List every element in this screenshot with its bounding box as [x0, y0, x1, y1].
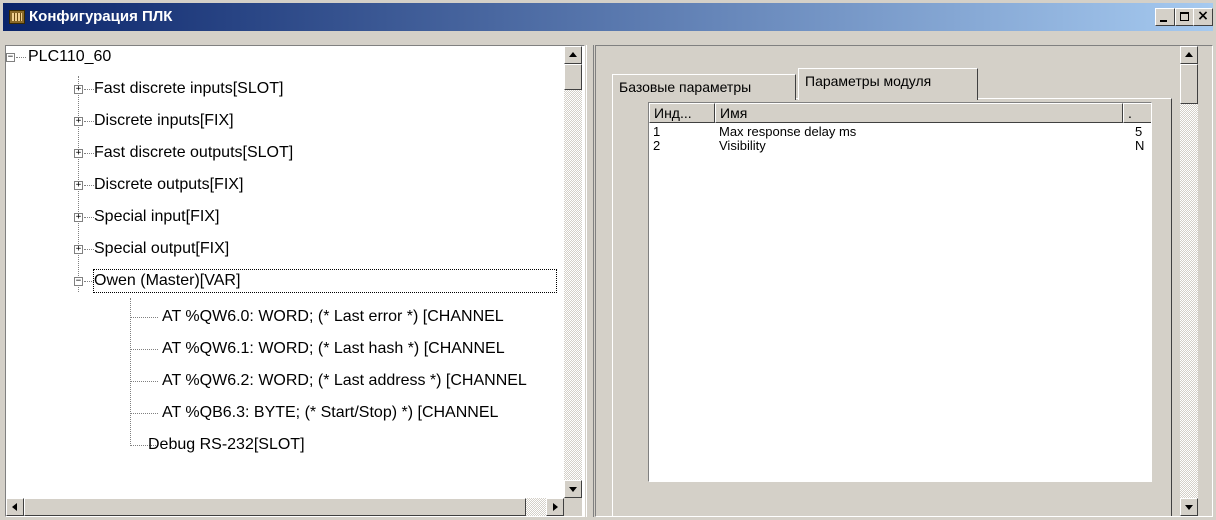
collapse-icon[interactable]: −: [6, 53, 15, 62]
tree-guide: [130, 349, 158, 350]
tab-base-parameters[interactable]: Базовые параметры: [612, 74, 796, 100]
scroll-up-icon[interactable]: [564, 46, 582, 64]
tree-item-fast-discrete-inputs[interactable]: Fast discrete inputs[SLOT]: [94, 78, 283, 100]
tree-item-channel[interactable]: AT %QW6.0: WORD; (* Last error *) [CHANN…: [162, 306, 504, 328]
tree-item-fast-discrete-outputs[interactable]: Fast discrete outputs[SLOT]: [94, 142, 293, 164]
scroll-corner: [564, 498, 582, 516]
tree-root-plc[interactable]: PLC110_60: [28, 46, 111, 68]
plc-config-window: Конфигурация ПЛК × − PLC110_60 + Fast di…: [0, 0, 1216, 520]
config-tree: − PLC110_60 + Fast discrete inputs[SLOT]…: [6, 46, 564, 482]
tree-vertical-scrollbar[interactable]: [564, 46, 582, 498]
config-tree-pane: − PLC110_60 + Fast discrete inputs[SLOT]…: [5, 45, 585, 517]
tree-item-owen-master[interactable]: Owen (Master)[VAR]: [93, 269, 557, 293]
column-header-value[interactable]: .: [1123, 103, 1151, 123]
settings-vertical-scrollbar[interactable]: [1180, 46, 1198, 516]
tab-module-parameters[interactable]: Параметры модуля: [798, 68, 978, 100]
maximize-button[interactable]: [1175, 8, 1195, 26]
minimize-button[interactable]: [1155, 8, 1175, 26]
tree-guide: [84, 185, 94, 186]
tree-item-channel[interactable]: AT %QW6.2: WORD; (* Last address *) [CHA…: [162, 370, 527, 392]
tree-scroll-thumb[interactable]: [564, 64, 582, 90]
expand-icon[interactable]: +: [74, 149, 83, 158]
expand-icon[interactable]: +: [74, 117, 83, 126]
parameters-list: Инд... Имя . 1 Max response delay ms 5 2…: [648, 102, 1152, 482]
tree-item-special-output[interactable]: Special output[FIX]: [94, 238, 229, 260]
tree-item-special-input[interactable]: Special input[FIX]: [94, 206, 219, 228]
expand-icon[interactable]: +: [74, 213, 83, 222]
plc-config-icon: [9, 10, 25, 24]
table-row-index[interactable]: 2: [653, 139, 711, 153]
scroll-left-icon[interactable]: [6, 498, 24, 516]
tree-guide: [84, 89, 94, 90]
collapse-icon[interactable]: −: [74, 277, 83, 286]
tree-guide: [16, 57, 26, 58]
close-button[interactable]: ×: [1193, 8, 1213, 26]
scroll-down-icon[interactable]: [1180, 498, 1198, 516]
tree-item-channel[interactable]: AT %QW6.1: WORD; (* Last hash *) [CHANNE…: [162, 338, 505, 360]
tree-guide: [84, 249, 94, 250]
expand-icon[interactable]: +: [74, 181, 83, 190]
expand-icon[interactable]: +: [74, 85, 83, 94]
tree-guide: [84, 153, 94, 154]
column-header-index[interactable]: Инд...: [649, 103, 715, 123]
column-header-name[interactable]: Имя: [715, 103, 1123, 123]
title-bar[interactable]: Конфигурация ПЛК ×: [3, 3, 1213, 31]
tree-guide: [84, 121, 94, 122]
table-row-value[interactable]: 5: [1135, 125, 1151, 139]
table-row-index[interactable]: 1: [653, 125, 711, 139]
table-row-name[interactable]: Max response delay ms: [719, 125, 1119, 139]
tree-guide: [130, 298, 131, 444]
settings-scroll-thumb[interactable]: [1180, 64, 1198, 104]
module-settings-pane: Базовые параметры Параметры модуля Инд..…: [595, 45, 1213, 517]
table-row-name[interactable]: Visibility: [719, 139, 1119, 153]
tree-hscroll-thumb[interactable]: [24, 498, 526, 516]
expand-icon[interactable]: +: [74, 245, 83, 254]
tree-guide: [130, 413, 158, 414]
tree-guide: [84, 281, 94, 282]
table-row-value[interactable]: N: [1135, 139, 1151, 153]
pane-splitter[interactable]: [586, 45, 594, 517]
scroll-up-icon[interactable]: [1180, 46, 1198, 64]
tree-item-discrete-outputs[interactable]: Discrete outputs[FIX]: [94, 174, 243, 196]
tree-item-channel[interactable]: AT %QB6.3: BYTE; (* Start/Stop) *) [CHAN…: [162, 402, 498, 424]
window-title: Конфигурация ПЛК: [29, 8, 173, 25]
scroll-right-icon[interactable]: [546, 498, 564, 516]
tree-guide: [130, 317, 158, 318]
tree-item-debug-rs232[interactable]: Debug RS-232[SLOT]: [148, 434, 305, 456]
tree-guide: [84, 217, 94, 218]
tree-guide: [130, 381, 158, 382]
tree-item-discrete-inputs[interactable]: Discrete inputs[FIX]: [94, 110, 234, 132]
scroll-down-icon[interactable]: [564, 480, 582, 498]
